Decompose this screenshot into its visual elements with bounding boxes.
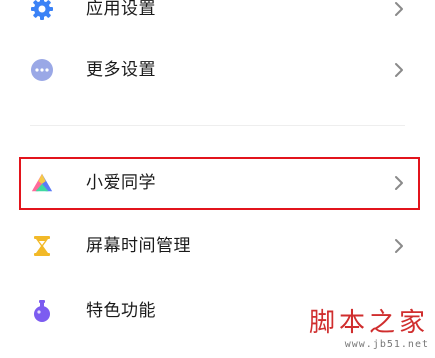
settings-item-app-settings[interactable]: 应用设置 — [0, 0, 435, 42]
gear-icon — [30, 0, 54, 21]
flask-icon — [30, 299, 54, 323]
chevron-right-icon — [393, 238, 405, 254]
settings-item-label: 特色功能 — [86, 300, 156, 321]
watermark: 脚本之家 www.jb51.net — [309, 310, 429, 350]
highlight-box — [19, 157, 420, 210]
settings-item-more-settings[interactable]: 更多设置 — [0, 37, 435, 103]
section-divider — [30, 125, 405, 126]
watermark-title: 脚本之家 — [308, 308, 429, 338]
watermark-url: www.jb51.net — [344, 339, 429, 350]
chevron-right-icon — [393, 62, 405, 78]
hourglass-icon — [30, 234, 54, 258]
chevron-right-icon — [393, 1, 405, 17]
settings-item-label: 更多设置 — [86, 59, 156, 80]
settings-item-screen-time[interactable]: 屏幕时间管理 — [0, 213, 435, 279]
settings-item-label: 屏幕时间管理 — [86, 235, 191, 256]
more-dots-icon — [30, 58, 54, 82]
settings-item-label: 应用设置 — [86, 0, 156, 19]
